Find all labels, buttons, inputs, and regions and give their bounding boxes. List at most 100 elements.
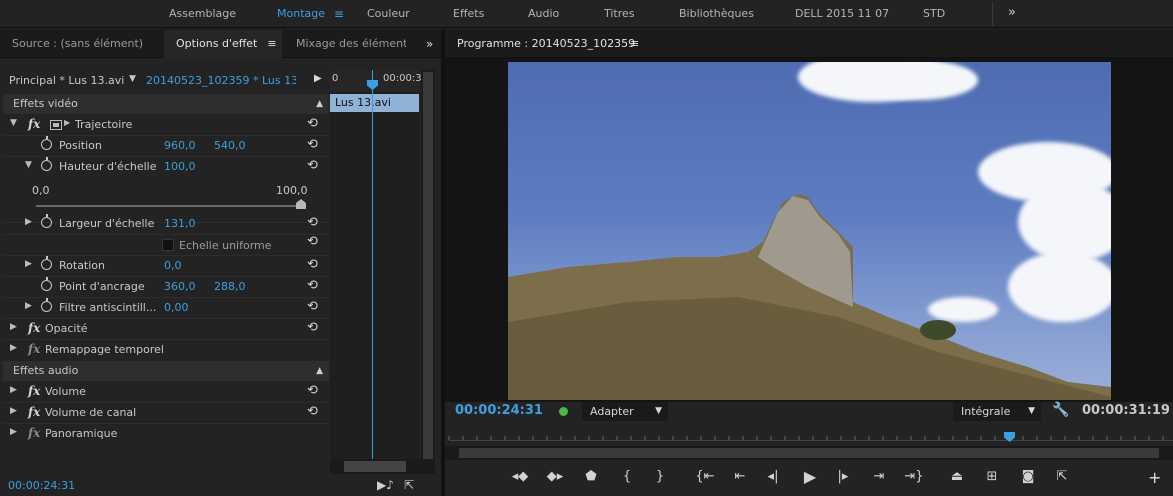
playhead-timecode[interactable]: 00:00:24:31 xyxy=(455,403,543,418)
scrollbar-thumb[interactable] xyxy=(459,448,1159,458)
expand-triangle-icon[interactable]: ▶ xyxy=(10,343,17,353)
workspace-tab-montage[interactable]: Montage xyxy=(277,7,325,20)
play-icon[interactable]: ▶ xyxy=(799,467,821,486)
transform-icon[interactable] xyxy=(50,120,62,130)
scale-width-value[interactable]: 131,0 xyxy=(164,217,196,230)
fx-badge-icon[interactable]: fx xyxy=(28,384,40,398)
reset-icon[interactable]: ⟲ xyxy=(307,299,318,314)
stopwatch-icon[interactable] xyxy=(41,214,52,228)
add-button-icon[interactable]: + xyxy=(1148,468,1161,487)
position-x-value[interactable]: 960,0 xyxy=(164,139,196,152)
reset-icon[interactable]: ⟲ xyxy=(307,137,318,152)
workspace-menu-icon[interactable]: ≡ xyxy=(334,7,344,21)
reset-icon[interactable]: ⟲ xyxy=(307,278,318,293)
current-timecode[interactable]: 00:00:24:31 xyxy=(8,479,75,492)
vertical-scrollbar[interactable] xyxy=(421,70,435,474)
play-audio-icon[interactable]: ▶♪ xyxy=(377,478,394,492)
tab-menu-icon[interactable]: ≡ xyxy=(267,37,276,50)
sequence-clip-label[interactable]: 20140523_102359 * Lus 13... xyxy=(146,74,296,87)
rotation-value[interactable]: 0,0 xyxy=(164,259,182,272)
workspace-overflow-icon[interactable]: » xyxy=(1008,5,1016,20)
workspace-tab-std[interactable]: STD xyxy=(923,7,945,20)
stopwatch-icon[interactable] xyxy=(41,277,52,291)
go-to-in-icon[interactable]: {⇤ xyxy=(694,469,716,484)
expand-triangle-icon[interactable]: ▶ xyxy=(25,259,32,269)
workspace-tab-titres[interactable]: Titres xyxy=(604,7,635,20)
reset-icon[interactable]: ⟲ xyxy=(307,257,318,272)
fx-badge-icon[interactable]: fx xyxy=(28,405,40,419)
expand-triangle-icon[interactable]: ▶ xyxy=(25,301,32,311)
export-frame-icon[interactable]: ⇱ xyxy=(1051,469,1073,484)
flicker-value[interactable]: 0,00 xyxy=(164,301,189,314)
collapse-triangle-icon[interactable]: ▼ xyxy=(25,160,32,170)
mark-in-icon[interactable]: ◂◆ xyxy=(509,469,531,484)
expand-triangle-icon[interactable]: ▶ xyxy=(10,322,17,332)
wrench-icon[interactable]: 🔧 xyxy=(1052,402,1069,418)
workspace-tab-audio[interactable]: Audio xyxy=(528,7,559,20)
monitor-zoom-scrollbar[interactable] xyxy=(445,446,1173,460)
reset-icon[interactable]: ⟲ xyxy=(307,234,318,249)
uniform-scale-checkbox[interactable] xyxy=(162,239,174,251)
clip-dropdown-icon[interactable]: ▼ xyxy=(129,74,136,84)
tab-clip-mixer[interactable]: Mixage des éléments xyxy=(284,30,406,58)
reset-icon[interactable]: ⟲ xyxy=(307,116,318,131)
scroll-up-icon[interactable]: ▲ xyxy=(316,361,323,381)
stopwatch-icon[interactable] xyxy=(41,136,52,150)
clip-bar[interactable]: Lus 13.avi xyxy=(330,94,419,112)
mark-out-icon[interactable]: ◆▸ xyxy=(544,469,566,484)
mark-out-bracket-icon[interactable]: } xyxy=(649,469,671,484)
scrollbar-thumb[interactable] xyxy=(344,461,406,472)
add-marker-icon[interactable]: ⬟ xyxy=(580,469,602,484)
reset-icon[interactable]: ⟲ xyxy=(307,215,318,230)
zoom-fit-select[interactable]: Adapter ▼ xyxy=(582,402,668,421)
stopwatch-icon[interactable] xyxy=(41,256,52,270)
step-back-icon[interactable]: ◂| xyxy=(762,469,784,484)
effect-controls-timeline[interactable]: 0 00:00:3 Lus 13.avi xyxy=(330,70,422,474)
video-frame[interactable] xyxy=(508,62,1111,400)
anchor-y-value[interactable]: 288,0 xyxy=(214,280,246,293)
workspace-tab-dell[interactable]: DELL 2015 11 07 xyxy=(795,7,889,20)
workspace-tab-couleur[interactable]: Couleur xyxy=(367,7,410,20)
monitor-title[interactable]: Programme : 20140523_102359 xyxy=(457,37,635,50)
step-forward-icon[interactable]: |▸ xyxy=(832,469,854,484)
reset-icon[interactable]: ⟲ xyxy=(307,383,318,398)
fx-badge-icon[interactable]: fx xyxy=(28,321,40,335)
anchor-x-value[interactable]: 360,0 xyxy=(164,280,196,293)
expand-triangle-icon[interactable]: ▶ xyxy=(10,427,17,437)
playback-resolution-select[interactable]: Intégrale ▼ xyxy=(953,402,1041,421)
reset-icon[interactable]: ⟲ xyxy=(307,404,318,419)
horizontal-scrollbar[interactable] xyxy=(330,459,435,474)
export-icon[interactable]: ⇱ xyxy=(404,478,414,492)
camera-icon[interactable]: ◙ xyxy=(1017,469,1039,484)
reset-icon[interactable]: ⟲ xyxy=(307,320,318,335)
reset-icon[interactable]: ⟲ xyxy=(307,158,318,173)
monitor-time-ruler[interactable] xyxy=(445,430,1173,446)
step-back-edit-icon[interactable]: ⇤ xyxy=(729,469,751,484)
tab-source[interactable]: Source : (sans élément) xyxy=(0,30,160,58)
tabs-overflow-icon[interactable]: » xyxy=(426,37,433,51)
monitor-menu-icon[interactable]: ≡ xyxy=(630,37,639,50)
mark-in-bracket-icon[interactable]: { xyxy=(616,469,638,484)
stopwatch-icon[interactable] xyxy=(41,298,52,312)
collapse-triangle-icon[interactable]: ▼ xyxy=(10,118,17,128)
scrollbar-thumb[interactable] xyxy=(423,72,433,472)
expand-triangle-icon[interactable]: ▶ xyxy=(10,406,17,416)
tab-effect-options[interactable]: Options d'effet ≡ xyxy=(164,30,282,58)
workspace-tab-effets[interactable]: Effets xyxy=(453,7,484,20)
step-forward-edit-icon[interactable]: ⇥ xyxy=(868,469,890,484)
stopwatch-icon[interactable] xyxy=(41,157,52,171)
lift-icon[interactable]: ⏏ xyxy=(946,469,968,484)
go-to-out-icon[interactable]: ⇥} xyxy=(903,469,925,484)
workspace-tab-assemblage[interactable]: Assemblage xyxy=(169,7,236,20)
master-clip-label[interactable]: Principal * Lus 13.avi xyxy=(9,74,124,87)
scale-height-value[interactable]: 100,0 xyxy=(164,160,196,173)
expand-triangle-icon[interactable]: ▶ xyxy=(10,385,17,395)
scale-slider-thumb[interactable] xyxy=(296,199,306,209)
fx-badge-icon[interactable]: fx xyxy=(28,117,40,131)
position-y-value[interactable]: 540,0 xyxy=(214,139,246,152)
scroll-up-icon[interactable]: ▲ xyxy=(316,94,323,114)
workspace-tab-bibliotheques[interactable]: Bibliothèques xyxy=(679,7,754,20)
play-clip-icon[interactable]: ▶ xyxy=(314,73,322,84)
extract-icon[interactable]: ⊞ xyxy=(981,469,1003,484)
expand-triangle-icon[interactable]: ▶ xyxy=(25,217,32,227)
